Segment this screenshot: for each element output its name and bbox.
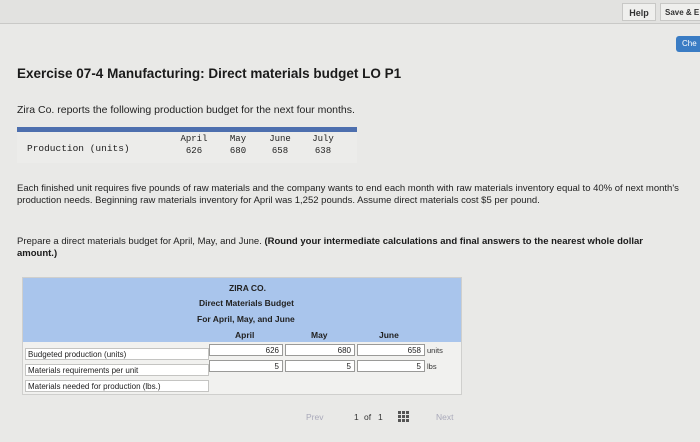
- page-total: 1: [378, 412, 383, 422]
- column-header-may: May: [311, 330, 328, 340]
- row-label-budgeted-production: Budgeted production (units): [25, 348, 209, 360]
- production-budget-table: Production (units) April May June July 6…: [17, 127, 357, 163]
- problem-description: Each finished unit requires five pounds …: [17, 183, 679, 206]
- help-button[interactable]: Help: [622, 3, 656, 21]
- page-current: 1: [354, 412, 359, 422]
- input-april-materials-per-unit[interactable]: 5: [209, 360, 283, 372]
- instructions-lead: Prepare a direct materials budget for Ap…: [17, 236, 265, 247]
- month-header-july: July: [312, 134, 334, 144]
- instructions: Prepare a direct materials budget for Ap…: [17, 236, 682, 259]
- save-and-exit-button[interactable]: Save & E: [660, 3, 700, 21]
- production-value-april: 626: [185, 146, 203, 156]
- check-my-work-button[interactable]: Che: [676, 36, 700, 52]
- production-value-june: 658: [271, 146, 289, 156]
- column-header-june: June: [379, 330, 399, 340]
- production-value-july: 638: [314, 146, 332, 156]
- grid-icon[interactable]: [398, 411, 409, 422]
- month-header-may: May: [229, 134, 247, 144]
- budget-period: For April, May, and June: [197, 314, 295, 324]
- row-label-materials-per-unit: Materials requirements per unit: [25, 364, 209, 376]
- month-header-june: June: [269, 134, 291, 144]
- exercise-title: Exercise 07-4 Manufacturing: Direct mate…: [17, 66, 402, 81]
- intro-text: Zira Co. reports the following productio…: [17, 104, 355, 116]
- input-june-materials-per-unit[interactable]: 5: [357, 360, 425, 372]
- input-may-materials-per-unit[interactable]: 5: [285, 360, 355, 372]
- unit-label-units: units: [427, 346, 443, 355]
- budget-company-name: ZIRA CO.: [229, 283, 266, 293]
- input-june-budgeted-production[interactable]: 658: [357, 344, 425, 356]
- production-value-may: 680: [229, 146, 247, 156]
- column-header-april: April: [235, 330, 255, 340]
- direct-materials-budget-form: ZIRA CO. Direct Materials Budget For Apr…: [22, 277, 462, 395]
- unit-label-lbs: lbs: [427, 362, 437, 371]
- production-row-label: Production (units): [27, 143, 130, 154]
- top-toolbar: Help Save & E: [0, 0, 700, 24]
- row-label-materials-needed: Materials needed for production (lbs.): [25, 380, 209, 392]
- month-header-april: April: [180, 134, 208, 144]
- page-of: of: [364, 412, 372, 422]
- input-april-budgeted-production[interactable]: 626: [209, 344, 283, 356]
- input-may-budgeted-production[interactable]: 680: [285, 344, 355, 356]
- next-page-button[interactable]: Next: [436, 412, 453, 422]
- prev-page-button[interactable]: Prev: [306, 412, 323, 422]
- table-header-bar: [17, 127, 357, 132]
- budget-heading: Direct Materials Budget: [199, 298, 294, 308]
